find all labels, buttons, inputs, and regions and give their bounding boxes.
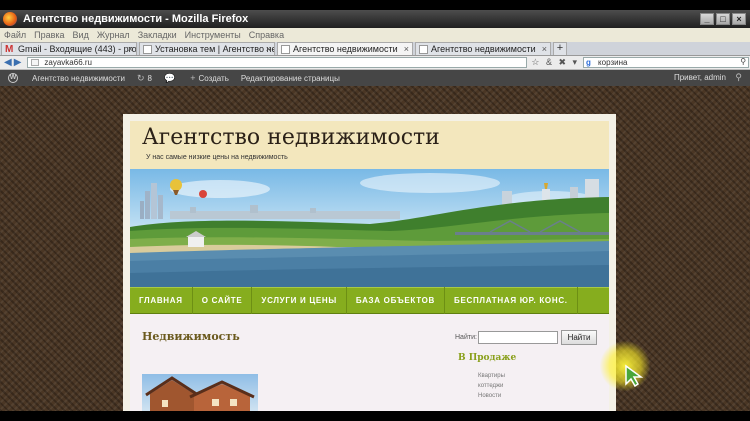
page-icon: [419, 44, 428, 54]
tab-agency[interactable]: Агентство недвижимости ×: [415, 42, 551, 55]
page-background: Агентство недвижимости У нас самые низки…: [0, 86, 750, 411]
tab-close-icon[interactable]: ×: [128, 44, 133, 54]
site-description: У нас самые низкие цены на недвижимость: [146, 154, 288, 161]
menu-bar: Файл Правка Вид Журнал Закладки Инструме…: [0, 28, 750, 42]
menu-edit[interactable]: Правка: [34, 30, 64, 40]
page-icon: [143, 44, 152, 54]
navigation-bar: ◀ ▶ zayavka66.ru ☆ & ✖ ▾ g корзина ⚲: [0, 56, 750, 70]
nav-about[interactable]: О САЙТЕ: [193, 287, 253, 314]
firefox-logo-icon: [3, 12, 17, 26]
tab-strip: M Gmail - Входящие (443) - proka... × Ус…: [0, 42, 750, 56]
admin-comments[interactable]: 💬: [164, 73, 178, 84]
sidebar-search-input[interactable]: [478, 331, 558, 344]
comment-icon: 💬: [164, 72, 176, 83]
window-titlebar: Агентство недвижимости - Mozilla Firefox…: [0, 10, 750, 28]
site-title[interactable]: Агентство недвижимости: [142, 125, 440, 150]
search-icon[interactable]: ⚲: [740, 57, 746, 66]
admin-greeting[interactable]: Привет, admin: [674, 73, 726, 82]
forward-arrow-icon[interactable]: ▶: [14, 57, 22, 68]
nav-consultation[interactable]: БЕСПЛАТНАЯ ЮР. КОНС.: [445, 287, 578, 314]
refresh-icon: ↻: [137, 72, 145, 83]
admin-updates[interactable]: ↻ 8: [137, 73, 152, 84]
cityscape-river-illustration: [130, 173, 609, 287]
tab-label: Агентство недвижимости: [293, 44, 398, 54]
tab-label: Установка тем | Агентство не...: [155, 44, 275, 54]
tab-label: Gmail - Входящие (443) - proka...: [18, 44, 137, 54]
menu-bookmarks[interactable]: Закладки: [138, 30, 177, 40]
plus-icon: +: [190, 73, 196, 83]
google-icon: g: [586, 58, 591, 67]
sidebar-search-button[interactable]: Найти: [561, 330, 597, 345]
gmail-icon: M: [5, 43, 14, 55]
admin-search-icon[interactable]: ⚲: [735, 72, 742, 83]
create-label: Создать: [198, 73, 229, 83]
tab-close-icon[interactable]: ×: [542, 44, 547, 54]
new-tab-button[interactable]: +: [553, 42, 567, 55]
site-identity-icon: [31, 59, 40, 66]
page-icon: [281, 44, 290, 54]
main-navigation: ГЛАВНАЯ О САЙТЕ УСЛУГИ И ЦЕНЫ БАЗА ОБЪЕК…: [130, 287, 609, 314]
window-controls: _ □ ×: [700, 13, 746, 25]
back-arrow-icon[interactable]: ◀: [4, 57, 12, 68]
tab-close-icon[interactable]: ×: [404, 44, 409, 54]
widget-title-for-sale: В Продаже: [458, 353, 517, 363]
widget-link-cottages[interactable]: коттеджи: [478, 381, 505, 391]
maximize-button[interactable]: □: [716, 13, 730, 25]
mouse-cursor-icon: [625, 364, 644, 388]
tab-themes[interactable]: Установка тем | Агентство не... ×: [139, 42, 275, 55]
sidebar-search-label: Найти:: [455, 334, 477, 341]
widget-link-apartments[interactable]: Квартиры: [478, 371, 505, 381]
header-banner-image: [130, 169, 609, 287]
menu-history[interactable]: Журнал: [97, 30, 130, 40]
minimize-button[interactable]: _: [700, 13, 714, 25]
house-thumbnail-image[interactable]: [142, 374, 258, 411]
bookmark-star-icon[interactable]: ☆ & ✖ ▾: [531, 57, 579, 68]
letterbox-top: [0, 0, 750, 10]
site-wrapper: Агентство недвижимости У нас самые низки…: [123, 114, 616, 411]
tab-close-icon[interactable]: ×: [266, 44, 271, 54]
url-text: zayavka66.ru: [44, 58, 92, 67]
widget-list: Квартиры коттеджи Новости: [478, 371, 505, 401]
menu-view[interactable]: Вид: [73, 30, 89, 40]
admin-edit-page[interactable]: Редактирование страницы: [241, 74, 340, 83]
menu-tools[interactable]: Инструменты: [185, 30, 241, 40]
menu-file[interactable]: Файл: [4, 30, 26, 40]
url-input[interactable]: zayavka66.ru: [27, 57, 528, 68]
letterbox-bottom: [0, 411, 750, 421]
wp-admin-bar: W Агентство недвижимости ↻ 8 💬 + Создать…: [0, 70, 750, 86]
widget-link-news[interactable]: Новости: [478, 391, 505, 401]
search-input[interactable]: g корзина ⚲: [583, 57, 750, 68]
nav-services[interactable]: УСЛУГИ И ЦЕНЫ: [252, 287, 347, 314]
site-header: Агентство недвижимости У нас самые низки…: [130, 121, 609, 169]
search-text: корзина: [598, 58, 628, 67]
nav-home[interactable]: ГЛАВНАЯ: [130, 287, 193, 314]
house-illustration: [145, 376, 255, 411]
page-heading: Недвижимость: [142, 330, 240, 343]
admin-create[interactable]: + Создать: [190, 73, 229, 83]
close-window-button[interactable]: ×: [732, 13, 746, 25]
page-content: Недвижимость Найти: Найти В Продаже Квар…: [130, 314, 609, 411]
tab-agency-active[interactable]: Агентство недвижимости ×: [277, 42, 413, 55]
nav-objects[interactable]: БАЗА ОБЪЕКТОВ: [347, 287, 445, 314]
wordpress-logo-icon[interactable]: W: [8, 73, 18, 83]
tab-label: Агентство недвижимости: [431, 44, 536, 54]
menu-help[interactable]: Справка: [249, 30, 284, 40]
admin-site-link[interactable]: Агентство недвижимости: [32, 74, 125, 83]
window-title: Агентство недвижимости - Mozilla Firefox: [23, 13, 249, 25]
updates-count: 8: [147, 73, 152, 83]
tab-gmail[interactable]: M Gmail - Входящие (443) - proka... ×: [1, 42, 137, 55]
